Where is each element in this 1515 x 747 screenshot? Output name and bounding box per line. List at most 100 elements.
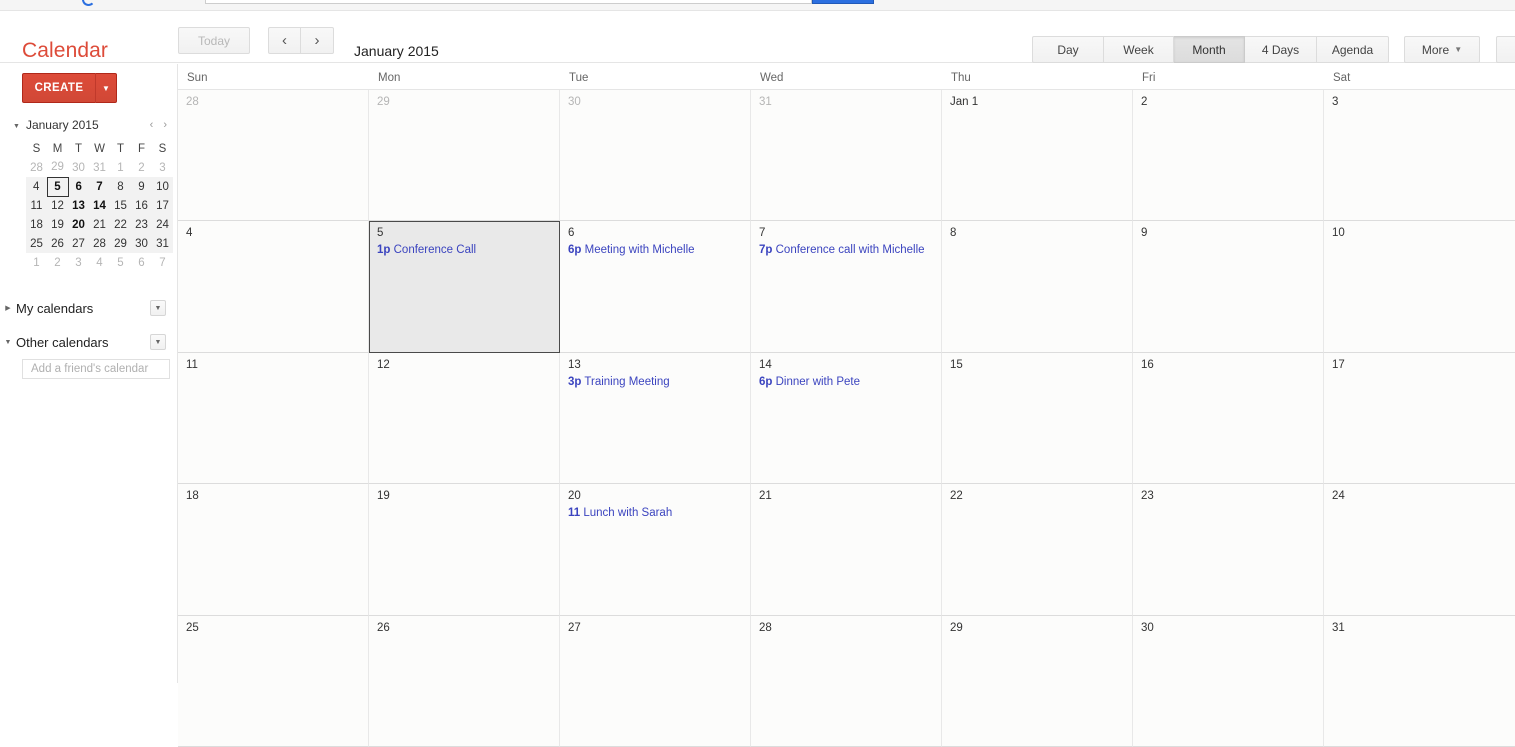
day-cell-18[interactable]: 18	[178, 484, 369, 616]
day-cell-27[interactable]: 27	[560, 615, 751, 747]
mini-day-27[interactable]: 27	[68, 234, 89, 253]
mini-day-1[interactable]: 1	[110, 158, 131, 177]
sidebar-item-other-calendars[interactable]: ▼ Other calendars ▼	[0, 329, 178, 355]
day-cell-25[interactable]: 25	[178, 615, 369, 747]
day-cell-9[interactable]: 9	[1133, 221, 1324, 353]
mini-day-28[interactable]: 28	[89, 234, 110, 253]
day-cell-31[interactable]: 31	[751, 90, 942, 222]
mini-day-6[interactable]: 6	[131, 253, 152, 272]
day-cell-10[interactable]: 10	[1324, 221, 1515, 353]
mini-next-month-icon[interactable]: ›	[163, 119, 167, 131]
mini-day-15[interactable]: 15	[110, 196, 131, 215]
sidebar-item-my-calendars[interactable]: ▶ My calendars ▼	[0, 295, 178, 321]
chevron-down-icon[interactable]: ▼	[13, 123, 20, 130]
add-friend-calendar-input[interactable]	[22, 359, 170, 379]
mini-day-31[interactable]: 31	[152, 234, 173, 253]
day-cell-11[interactable]: 11	[178, 352, 369, 485]
mini-day-30[interactable]: 30	[68, 158, 89, 177]
day-cell-30[interactable]: 30	[560, 90, 751, 222]
today-button[interactable]: Today	[178, 27, 250, 54]
day-cell-2[interactable]: 2	[1133, 90, 1324, 222]
mini-day-8[interactable]: 8	[110, 177, 131, 196]
more-button[interactable]: More ▼	[1404, 36, 1480, 63]
day-cell-29[interactable]: 29	[369, 90, 560, 222]
create-dropdown-button[interactable]: ▼	[95, 73, 117, 103]
mini-day-14[interactable]: 14	[89, 196, 110, 215]
day-cell-4[interactable]: 4	[178, 221, 369, 353]
mini-day-26[interactable]: 26	[47, 234, 68, 253]
next-period-button[interactable]: ›	[301, 27, 334, 54]
day-cell-3[interactable]: 3	[1324, 90, 1515, 222]
day-cell-8[interactable]: 8	[942, 221, 1133, 353]
mini-day-5[interactable]: 5	[110, 253, 131, 272]
mini-day-19[interactable]: 19	[47, 215, 68, 234]
mini-day-17[interactable]: 17	[152, 196, 173, 215]
create-button[interactable]: CREATE	[22, 73, 95, 103]
view-tab-month[interactable]: Month	[1174, 36, 1245, 63]
mini-day-7[interactable]: 7	[89, 177, 110, 196]
other-calendars-options-button[interactable]: ▼	[150, 334, 166, 350]
mini-day-7[interactable]: 7	[152, 253, 173, 272]
day-cell-23[interactable]: 23	[1133, 484, 1324, 616]
day-cell-21[interactable]: 21	[751, 484, 942, 616]
day-cell-30[interactable]: 30	[1133, 615, 1324, 747]
mini-day-23[interactable]: 23	[131, 215, 152, 234]
day-cell-14[interactable]: 14 6p Dinner with Pete	[751, 352, 942, 485]
search-button[interactable]	[812, 0, 874, 4]
mini-day-29[interactable]: 29	[47, 158, 68, 177]
day-cell-22[interactable]: 22	[942, 484, 1133, 616]
prev-period-button[interactable]: ‹	[268, 27, 301, 54]
day-cell-28[interactable]: 28	[178, 90, 369, 222]
day-cell-6[interactable]: 6 6p Meeting with Michelle	[560, 221, 751, 353]
mini-day-6[interactable]: 6	[68, 177, 89, 196]
mini-day-22[interactable]: 22	[110, 215, 131, 234]
mini-day-12[interactable]: 12	[47, 196, 68, 215]
calendar-event[interactable]: 7p Conference call with Michelle	[759, 243, 935, 258]
mini-day-31[interactable]: 31	[89, 158, 110, 177]
mini-day-1[interactable]: 1	[26, 253, 47, 272]
calendar-event[interactable]: 1p Conference Call	[377, 243, 554, 258]
mini-day-28[interactable]: 28	[26, 158, 47, 177]
mini-day-3[interactable]: 3	[152, 158, 173, 177]
my-calendars-options-button[interactable]: ▼	[150, 300, 166, 316]
mini-day-5[interactable]: 5	[46, 176, 69, 197]
calendar-event[interactable]: 6p Dinner with Pete	[759, 375, 935, 390]
day-cell-20[interactable]: 20 11 Lunch with Sarah	[560, 484, 751, 616]
mini-day-2[interactable]: 2	[131, 158, 152, 177]
mini-day-2[interactable]: 2	[47, 253, 68, 272]
day-cell-5[interactable]: 5 1p Conference Call	[369, 221, 560, 353]
calendar-event[interactable]: 11 Lunch with Sarah	[568, 506, 744, 521]
day-cell-26[interactable]: 26	[369, 615, 560, 747]
day-cell-15[interactable]: 15	[942, 352, 1133, 485]
calendar-event[interactable]: 6p Meeting with Michelle	[568, 243, 744, 258]
calendar-event[interactable]: 3p Training Meeting	[568, 375, 744, 390]
mini-day-20[interactable]: 20	[68, 215, 89, 234]
view-tab-week[interactable]: Week	[1104, 36, 1174, 63]
mini-day-11[interactable]: 11	[26, 196, 47, 215]
mini-day-3[interactable]: 3	[68, 253, 89, 272]
mini-day-16[interactable]: 16	[131, 196, 152, 215]
day-cell-13[interactable]: 13 3p Training Meeting	[560, 352, 751, 485]
mini-day-24[interactable]: 24	[152, 215, 173, 234]
mini-day-10[interactable]: 10	[152, 177, 173, 196]
view-tab-day[interactable]: Day	[1032, 36, 1104, 63]
day-cell-19[interactable]: 19	[369, 484, 560, 616]
day-cell-16[interactable]: 16	[1133, 352, 1324, 485]
day-cell-7[interactable]: 7 7p Conference call with Michelle	[751, 221, 942, 353]
mini-day-18[interactable]: 18	[26, 215, 47, 234]
day-cell-28[interactable]: 28	[751, 615, 942, 747]
mini-day-13[interactable]: 13	[68, 196, 89, 215]
mini-day-30[interactable]: 30	[131, 234, 152, 253]
mini-day-4[interactable]: 4	[26, 177, 47, 196]
day-cell-17[interactable]: 17	[1324, 352, 1515, 485]
day-cell-29[interactable]: 29	[942, 615, 1133, 747]
day-cell-12[interactable]: 12	[369, 352, 560, 485]
mini-prev-month-icon[interactable]: ‹	[150, 119, 154, 131]
view-tab-4days[interactable]: 4 Days	[1245, 36, 1317, 63]
day-cell-jan-1[interactable]: Jan 1	[942, 90, 1133, 222]
mini-day-29[interactable]: 29	[110, 234, 131, 253]
mini-day-4[interactable]: 4	[89, 253, 110, 272]
day-cell-31[interactable]: 31	[1324, 615, 1515, 747]
search-input[interactable]	[205, 0, 812, 4]
view-tab-agenda[interactable]: Agenda	[1317, 36, 1389, 63]
